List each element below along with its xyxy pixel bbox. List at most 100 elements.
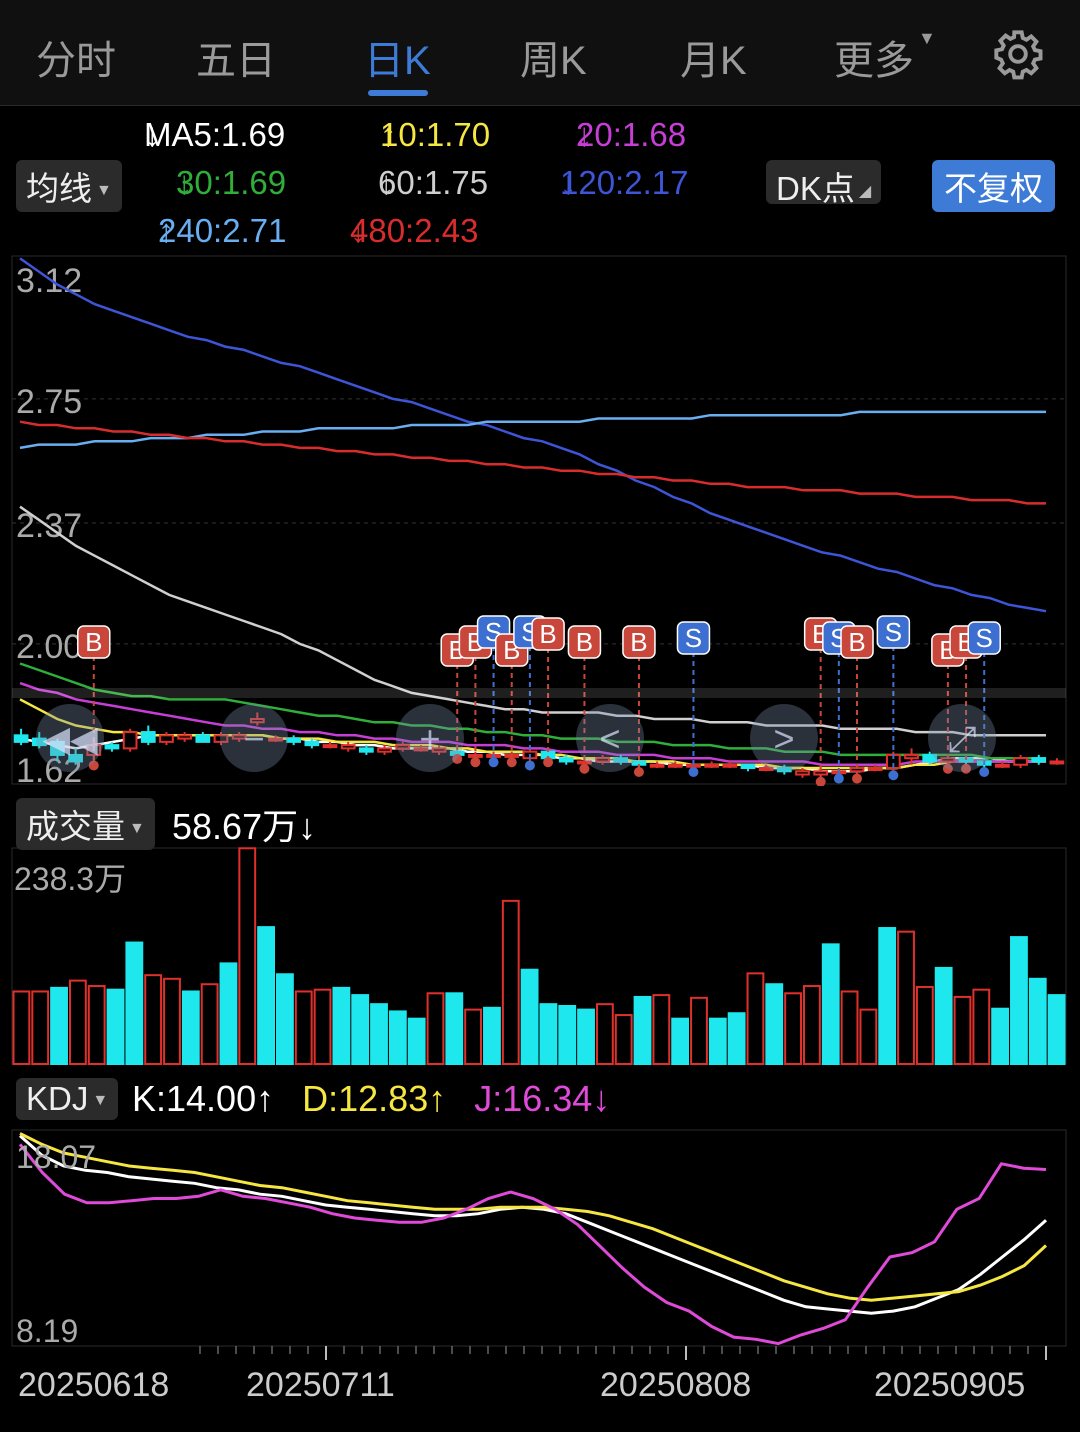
caret-down-icon: ▼	[129, 820, 145, 838]
volume-bar	[520, 968, 539, 1065]
volume-bar	[991, 1007, 1010, 1065]
ma240-label: 240:2.71	[158, 212, 287, 249]
volume-bar	[464, 1008, 483, 1066]
signal-label: S	[685, 623, 702, 653]
signal-dot	[488, 757, 499, 768]
ma30-label: 30:1.69	[176, 164, 287, 201]
kdj-k: K:14.00↑	[132, 1078, 274, 1119]
price-chart-frame	[11, 255, 1067, 785]
volume-bar	[332, 986, 351, 1066]
candle-body	[304, 740, 320, 747]
volume-value: 58.67万↓	[172, 798, 316, 850]
tab-monthly-k[interactable]: 月K	[680, 28, 747, 86]
zoom-out-icon-glyph: −	[243, 718, 264, 759]
volume-bar	[163, 977, 181, 1065]
kdj-chart-frame	[11, 1129, 1067, 1347]
signal-dot	[470, 757, 481, 768]
volume-bar	[840, 990, 859, 1065]
ma60-label: 60:1.75	[378, 164, 489, 201]
volume-bar	[12, 990, 31, 1065]
kdj-line-d	[19, 1132, 1048, 1302]
candle-body	[140, 731, 156, 743]
tab-daily-k[interactable]: 日K	[364, 28, 431, 86]
candle-body	[13, 734, 29, 743]
volume-bar	[1028, 977, 1047, 1065]
candle-body	[1031, 757, 1047, 763]
kdj-selector[interactable]: KDJ ▼	[16, 1078, 119, 1120]
price-axis-label: 2.75	[16, 383, 82, 421]
volume-bar	[915, 985, 934, 1065]
volume-bar	[577, 1008, 595, 1066]
date-label-3: 20250808	[600, 1366, 752, 1404]
candle-body	[1013, 757, 1028, 766]
price-chart[interactable]: 3.122.752.372.001.62B B B SBS B B B S B S B SB B S◀◀ −…	[0, 254, 1080, 786]
volume-bar	[388, 1010, 407, 1065]
kdj-line-k	[18, 1134, 1047, 1315]
kdj-j-label: J:16.34	[474, 1078, 593, 1119]
expand-icon-glyph: ⤢	[948, 718, 977, 759]
signal-dot	[633, 767, 644, 777]
caret-down-icon: ▼	[92, 1092, 109, 1110]
signal-dot	[524, 760, 535, 771]
kdj-axis-label: 8.19	[16, 1313, 78, 1349]
scroll-right-icon[interactable]: >	[750, 704, 818, 772]
volume-bar	[426, 992, 445, 1066]
candle-body	[867, 767, 883, 771]
signal-dot	[852, 773, 863, 784]
volume-bar	[671, 1017, 690, 1065]
volume-bar	[257, 926, 275, 1065]
ma-selector[interactable]: 均线 ▼	[16, 160, 122, 212]
volume-bar	[690, 996, 708, 1065]
volume-selector-label: 成交量	[26, 808, 125, 845]
volume-chart[interactable]: 238.3万	[0, 846, 1080, 1068]
volume-bar	[483, 1006, 501, 1065]
dk-point-toggle[interactable]: DK点 ◢	[766, 160, 882, 207]
volume-bar	[595, 1003, 614, 1066]
kdj-k-arrow: ↑	[256, 1078, 275, 1119]
volume-bar	[351, 994, 370, 1065]
tab-more[interactable]: 更多▼	[834, 28, 936, 86]
volume-bar	[219, 962, 238, 1065]
zoom-left-icon[interactable]: ◀◀	[36, 704, 104, 772]
candle-body	[340, 744, 356, 750]
kdj-k-label: K:14.00	[132, 1078, 257, 1119]
kdj-chart[interactable]: 18.07 8.19	[0, 1128, 1080, 1360]
zoom-in-icon[interactable]: +	[396, 704, 464, 772]
ma30-arrow: ↓	[176, 164, 193, 201]
signal-dot	[815, 776, 826, 786]
ma480-label: 480:2.43	[350, 212, 479, 249]
tab-intraday[interactable]: 分时	[36, 28, 116, 86]
signal-label: B	[539, 619, 556, 649]
ma10-label: 10:1.70	[380, 116, 491, 153]
volume-selector[interactable]: 成交量 ▼	[16, 798, 155, 850]
volume-bar	[934, 966, 953, 1065]
candle-body	[1049, 760, 1065, 765]
volume-bar	[50, 986, 68, 1066]
volume-bar	[106, 988, 125, 1065]
candle-body	[722, 763, 738, 768]
tab-weekly-k[interactable]: 周K	[520, 28, 587, 86]
zoom-out-icon[interactable]: −	[220, 704, 288, 772]
price-axis-label: 2.00	[16, 628, 82, 666]
volume-bar	[445, 992, 464, 1066]
volume-bar	[614, 1014, 633, 1066]
kdj-line-j	[18, 1143, 1047, 1346]
tab-five-day[interactable]: 五日	[196, 28, 276, 86]
adjust-mode-button[interactable]: 不复权	[932, 160, 1055, 212]
expand-icon[interactable]: ⤢	[928, 704, 996, 772]
gear-icon[interactable]	[992, 28, 1044, 80]
kdj-d: D:12.83↑	[302, 1078, 446, 1119]
scroll-left-icon[interactable]: <	[576, 704, 644, 772]
candle-body	[704, 763, 719, 768]
volume-bar	[708, 1017, 727, 1065]
caret-down-icon: ▼	[96, 182, 112, 200]
candle-body	[649, 763, 665, 768]
candle-body	[177, 734, 192, 740]
date-label-1: 20250618	[18, 1366, 170, 1404]
date-label-2: 20250711	[246, 1366, 395, 1404]
candle-body	[286, 737, 302, 743]
signal-label: S	[976, 623, 993, 653]
scroll-right-icon-glyph: >	[773, 718, 794, 759]
volume-bar	[765, 983, 784, 1065]
corner-triangle-icon: ◢	[858, 183, 872, 201]
